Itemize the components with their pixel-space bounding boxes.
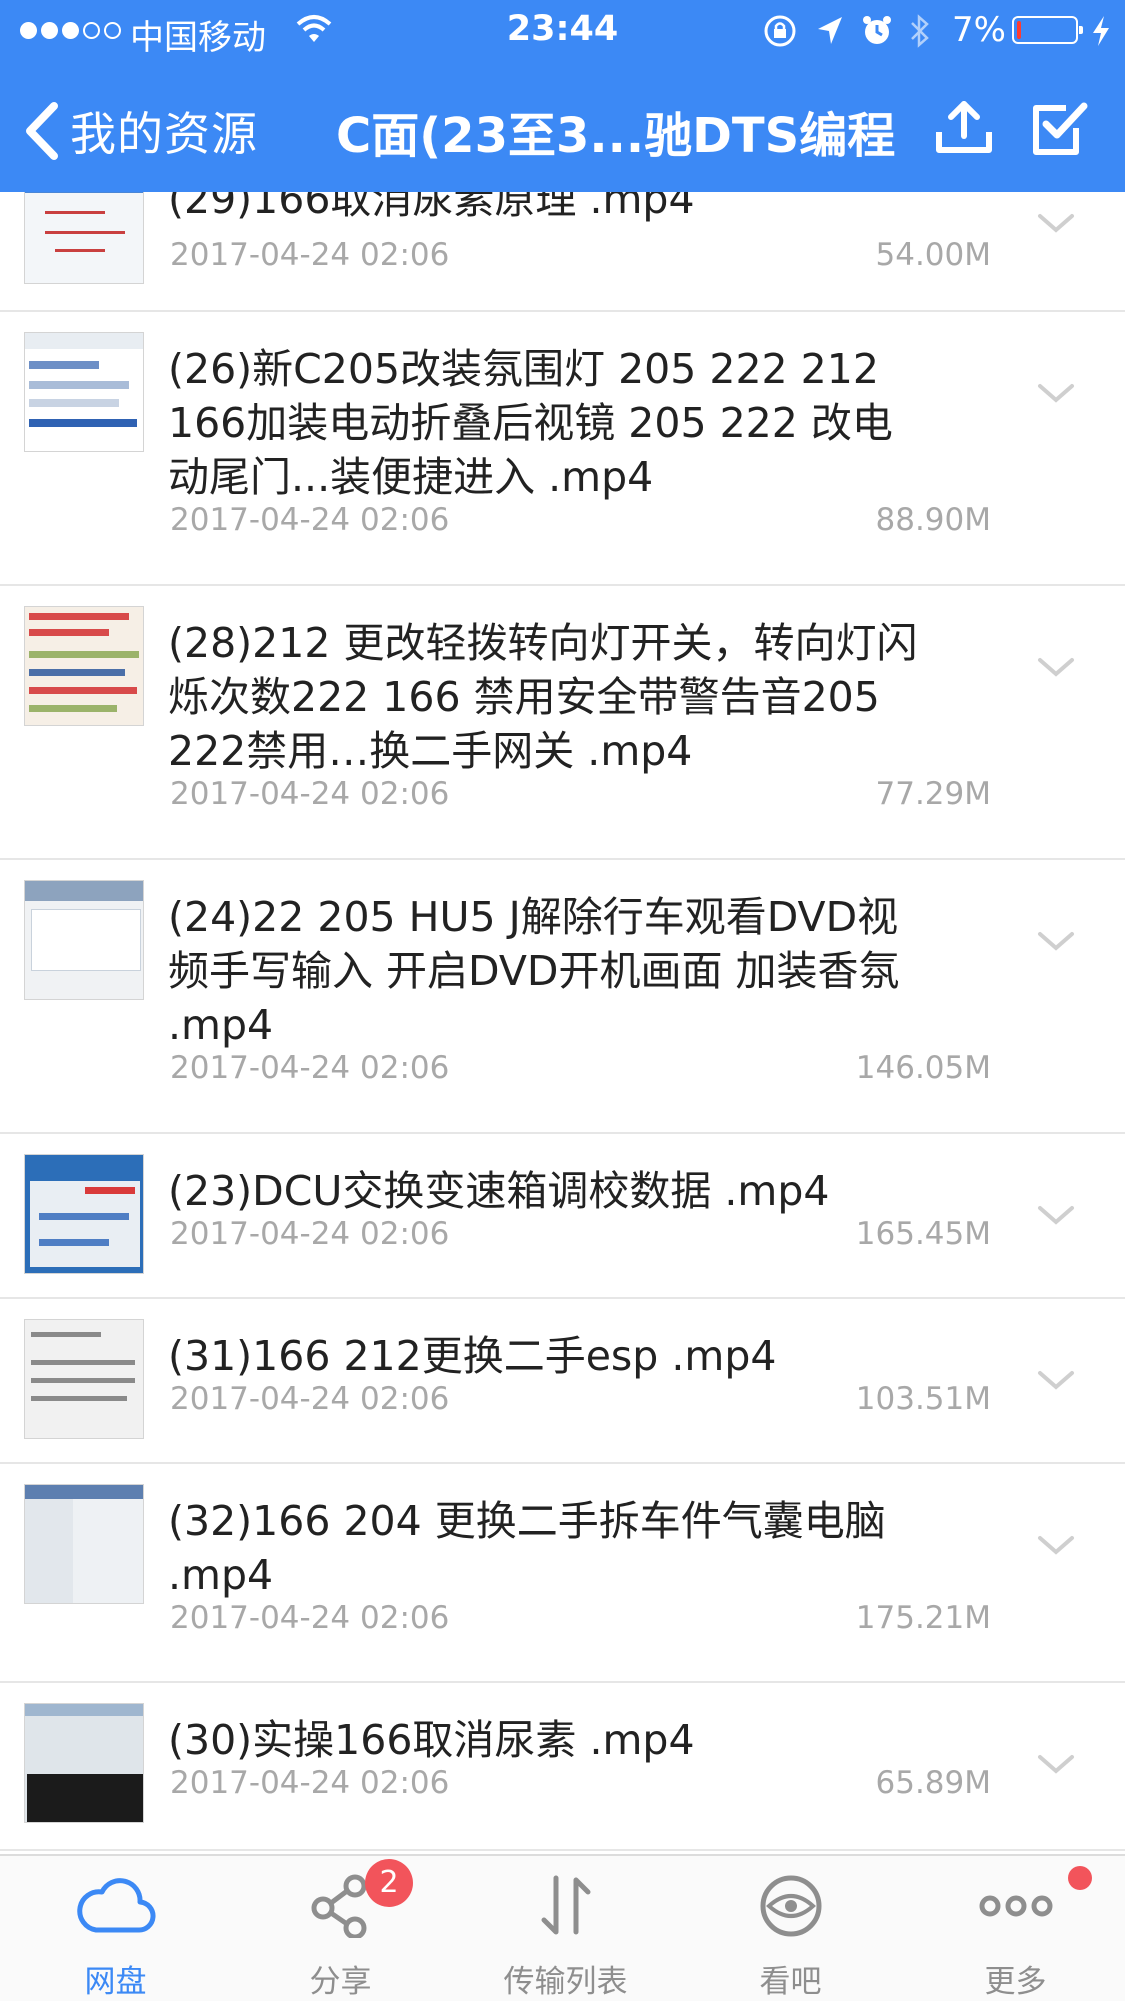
select-icon[interactable]	[1030, 98, 1090, 158]
alarm-icon	[863, 16, 891, 44]
file-date: 2017-04-24 02:06	[170, 1765, 450, 1801]
file-name: (24)22 205 HU5 J解除行车观看DVD视频手写输入 开启DVD开机画…	[168, 893, 900, 1049]
file-name: (23)DCU交换变速箱调校数据 .mp4	[168, 1167, 830, 1215]
file-date: 2017-04-24 02:06	[170, 502, 450, 538]
file-thumbnail	[24, 332, 144, 452]
file-size: 77.29M	[875, 776, 992, 812]
tab-label: 网盘	[84, 1964, 147, 2000]
file-name: (31)166 212更换二手esp .mp4	[168, 1332, 777, 1380]
file-thumbnail	[24, 1319, 144, 1439]
status-bar: 中国移动 23:44 7%	[0, 0, 1125, 62]
chevron-left-icon	[26, 102, 58, 160]
file-date: 2017-04-24 02:06	[170, 1600, 450, 1636]
file-thumbnail	[24, 606, 144, 726]
file-thumbnail	[24, 1154, 144, 1274]
file-name: (30)实操166取消尿素 .mp4	[168, 1716, 695, 1764]
file-row[interactable]: (32)166 204 更换二手拆车件气囊电脑 .mp4 2017-04-24 …	[0, 1464, 1125, 1683]
chevron-down-icon[interactable]	[1036, 1369, 1076, 1393]
share-icon	[311, 1874, 366, 1938]
tab-watch[interactable]: 看吧	[678, 1856, 903, 2003]
file-date: 2017-04-24 02:06	[170, 1381, 450, 1417]
file-row[interactable]: (28)212 更改轻拨转向灯开关，转向灯闪烁次数222 166 禁用安全带警告…	[0, 586, 1125, 860]
chevron-down-icon[interactable]	[1036, 1753, 1076, 1777]
file-row[interactable]: (30)实操166取消尿素 .mp4 2017-04-24 02:06 65.8…	[0, 1683, 1125, 1851]
file-size: 88.90M	[875, 502, 992, 538]
file-size: 146.05M	[855, 1050, 991, 1086]
file-row[interactable]: (29)166取消尿素原理 .mp4 2017-04-24 02:06 54.0…	[0, 192, 1125, 312]
location-icon	[818, 17, 842, 44]
notification-dot	[1068, 1866, 1092, 1890]
tab-bar: 网盘 分享 传输列表 看吧 更多	[0, 1854, 1125, 2001]
tab-label: 更多	[984, 1964, 1047, 2000]
battery-level	[1017, 21, 1021, 39]
file-thumbnail	[24, 192, 144, 284]
tab-cloud-drive[interactable]: 网盘	[3, 1856, 228, 2003]
file-row[interactable]: (26)新C205改装氛围灯 205 222 212 166加装电动折叠后视镜 …	[0, 312, 1125, 586]
tab-label: 分享	[309, 1964, 372, 2000]
file-name: (29)166取消尿素原理 .mp4	[168, 192, 695, 223]
file-name: (32)166 204 更换二手拆车件气囊电脑 .mp4	[168, 1497, 886, 1599]
file-size: 165.45M	[855, 1216, 991, 1252]
file-row[interactable]: (23)DCU交换变速箱调校数据 .mp4 2017-04-24 02:06 1…	[0, 1134, 1125, 1299]
more-icon	[979, 1895, 1052, 1917]
chevron-down-icon[interactable]	[1036, 930, 1076, 954]
file-size: 175.21M	[855, 1600, 991, 1636]
file-thumbnail	[24, 880, 144, 1000]
tab-transfer-list[interactable]: 传输列表	[453, 1856, 678, 2003]
tab-share[interactable]: 分享	[228, 1856, 453, 2003]
file-size: 65.89M	[875, 1765, 992, 1801]
chevron-down-icon[interactable]	[1036, 1204, 1076, 1228]
file-size: 54.00M	[875, 237, 992, 273]
bluetooth-icon	[911, 14, 929, 48]
page-title: C面(23至3...驰DTS编程	[336, 108, 896, 164]
back-label: 我的资源	[70, 107, 258, 161]
chevron-down-icon[interactable]	[1036, 656, 1076, 680]
file-thumbnail	[24, 1484, 144, 1604]
charging-icon	[1093, 16, 1109, 46]
eye-icon	[760, 1875, 821, 1937]
chevron-down-icon[interactable]	[1036, 1534, 1076, 1558]
file-date: 2017-04-24 02:06	[170, 1050, 450, 1086]
file-row[interactable]: (24)22 205 HU5 J解除行车观看DVD视频手写输入 开启DVD开机画…	[0, 860, 1125, 1134]
file-list: (29)166取消尿素原理 .mp4 2017-04-24 02:06 54.0…	[0, 192, 1125, 1854]
tab-label: 看吧	[759, 1964, 822, 2000]
top-bar: 中国移动 23:44 7% 我的资源 C面(23至3...驰DTS编程	[0, 0, 1125, 192]
file-date: 2017-04-24 02:06	[170, 776, 450, 812]
file-name: (26)新C205改装氛围灯 205 222 212 166加装电动折叠后视镜 …	[168, 345, 893, 501]
chevron-down-icon[interactable]	[1036, 382, 1076, 406]
file-size: 103.51M	[855, 1381, 991, 1417]
file-date: 2017-04-24 02:06	[170, 237, 450, 273]
transfer-icon	[541, 1875, 590, 1935]
orientation-lock-icon	[764, 15, 796, 47]
file-thumbnail	[24, 1703, 144, 1823]
nav-bar: 我的资源 C面(23至3...驰DTS编程	[0, 62, 1125, 192]
file-date: 2017-04-24 02:06	[170, 1216, 450, 1252]
chevron-down-icon[interactable]	[1036, 212, 1076, 236]
file-row[interactable]: (31)166 212更换二手esp .mp4 2017-04-24 02:06…	[0, 1299, 1125, 1464]
notification-badge: 2	[365, 1859, 413, 1907]
cloud-icon	[76, 1878, 156, 1933]
upload-icon[interactable]	[935, 98, 993, 156]
battery-percent: 7%	[952, 10, 1006, 50]
file-name: (28)212 更改轻拨转向灯开关，转向灯闪烁次数222 166 禁用安全带警告…	[168, 619, 918, 775]
battery-icon	[1012, 16, 1083, 44]
tab-label: 传输列表	[503, 1964, 628, 2000]
back-button[interactable]: 我的资源	[22, 98, 258, 164]
